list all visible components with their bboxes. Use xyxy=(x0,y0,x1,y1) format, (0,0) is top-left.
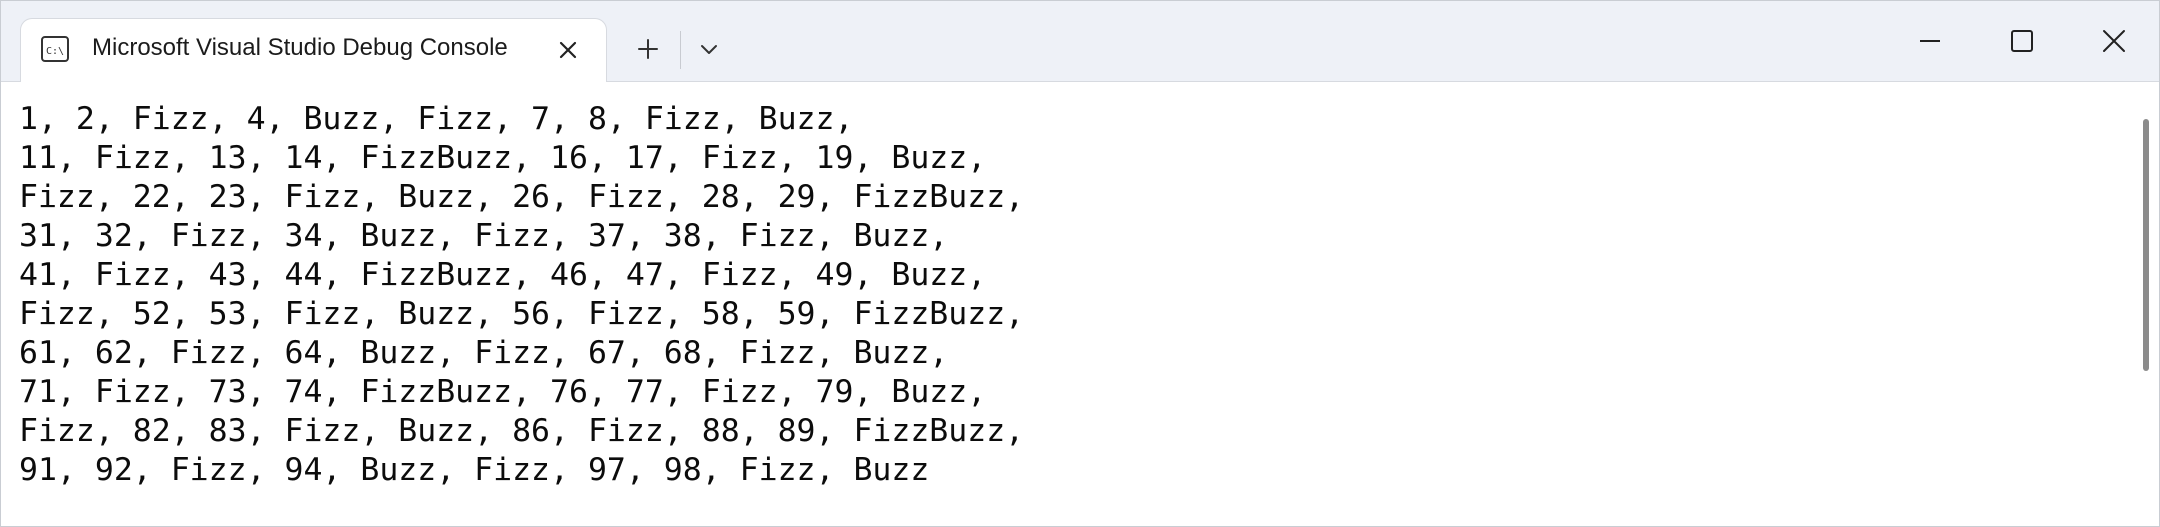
title-bar[interactable]: C:\ Microsoft Visual Studio Debug Consol… xyxy=(1,1,2159,82)
vertical-scrollbar[interactable] xyxy=(2143,119,2149,371)
chevron-down-icon[interactable] xyxy=(692,36,726,64)
tab-debug-console[interactable]: C:\ Microsoft Visual Studio Debug Consol… xyxy=(20,18,607,82)
maximize-icon[interactable] xyxy=(1991,19,2053,63)
tab-title: Microsoft Visual Studio Debug Console xyxy=(92,34,508,61)
console-line: 71, Fizz, 73, 74, FizzBuzz, 76, 77, Fizz… xyxy=(19,374,987,410)
window-close-icon[interactable] xyxy=(2083,19,2145,63)
console-line: 1, 2, Fizz, 4, Buzz, Fizz, 7, 8, Fizz, B… xyxy=(19,101,854,137)
console-line: Fizz, 22, 23, Fizz, Buzz, 26, Fizz, 28, … xyxy=(19,179,1025,215)
minimize-icon[interactable] xyxy=(1899,19,1961,63)
plus-icon[interactable] xyxy=(631,34,665,64)
console-icon: C:\ xyxy=(41,36,69,62)
console-line: 31, 32, Fizz, 34, Buzz, Fizz, 37, 38, Fi… xyxy=(19,218,949,254)
console-line: 61, 62, Fizz, 64, Buzz, Fizz, 67, 68, Fi… xyxy=(19,335,949,371)
console-line: 11, Fizz, 13, 14, FizzBuzz, 16, 17, Fizz… xyxy=(19,140,987,176)
console-output[interactable]: 1, 2, Fizz, 4, Buzz, Fizz, 7, 8, Fizz, B… xyxy=(1,82,2141,526)
console-line: Fizz, 82, 83, Fizz, Buzz, 86, Fizz, 88, … xyxy=(19,413,1025,449)
console-line: 91, 92, Fizz, 94, Buzz, Fizz, 97, 98, Fi… xyxy=(19,452,930,488)
terminal-window: C:\ Microsoft Visual Studio Debug Consol… xyxy=(0,0,2160,527)
toolbar-divider xyxy=(680,31,681,69)
svg-text:C:\: C:\ xyxy=(46,46,64,57)
close-icon[interactable] xyxy=(555,37,581,63)
console-line: Fizz, 52, 53, Fizz, Buzz, 56, Fizz, 58, … xyxy=(19,296,1025,332)
console-line: 41, Fizz, 43, 44, FizzBuzz, 46, 47, Fizz… xyxy=(19,257,987,293)
